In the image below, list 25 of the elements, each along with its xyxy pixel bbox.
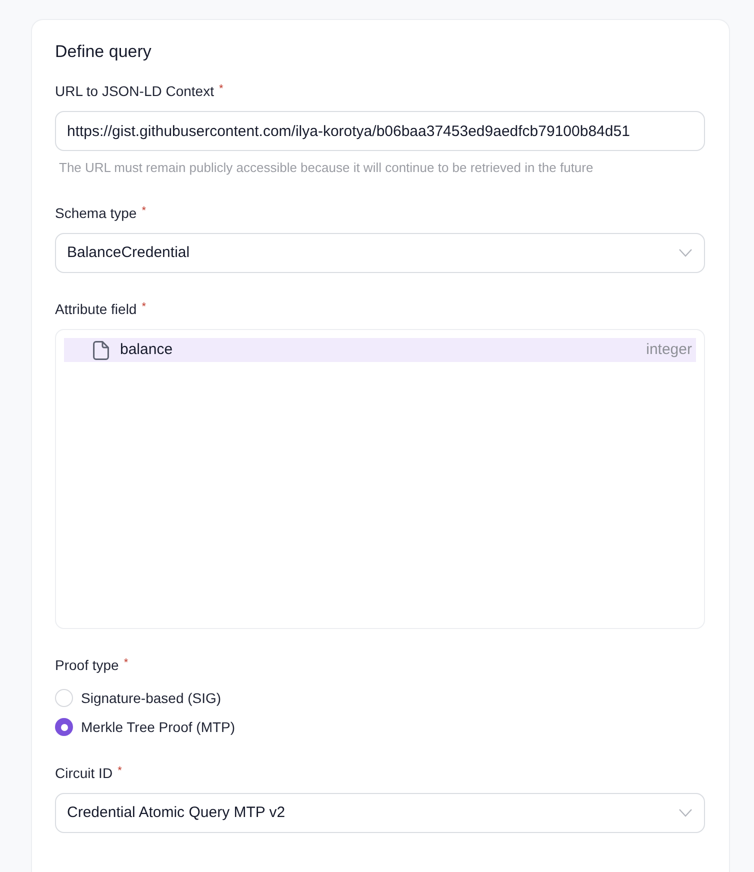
chevron-down-icon [679,249,692,257]
file-icon [93,340,109,360]
required-mark: * [218,84,224,95]
url-input-field[interactable]: https://gist.githubusercontent.com/ilya-korotya/b06baa37453ed9aedfcb79100b84d51 [55,111,705,151]
attribute-type: integer [646,340,692,360]
field-label: Schema type [55,204,137,223]
tree-item[interactable]: balance integer [64,338,696,362]
required-mark: * [124,658,128,669]
required-mark: * [142,302,146,313]
hint-text: The URL must remain publicly accessible because it will continue to be retrieved in the future [59,159,594,177]
required-mark: * [118,766,122,777]
select-field[interactable]: BalanceCredential [55,233,705,273]
required-mark: * [142,206,146,217]
radio-option-label[interactable]: Merkle Tree Proof (MTP) [81,716,236,738]
radio-option-label[interactable]: Signature-based (SIG) [81,688,222,708]
card-title: Define query [55,41,152,63]
select-field[interactable]: Credential Atomic Query MTP v2 [55,793,705,833]
field-label: Circuit ID [55,764,113,782]
field-label: Attribute field [55,300,137,318]
field-label: URL to JSON-LD Context [55,82,214,100]
radio-button[interactable] [55,689,73,707]
attribute-name: balance [120,340,173,360]
field-label: Proof type [55,656,119,675]
chevron-down-icon [679,809,692,817]
radio-button[interactable] [55,718,73,736]
